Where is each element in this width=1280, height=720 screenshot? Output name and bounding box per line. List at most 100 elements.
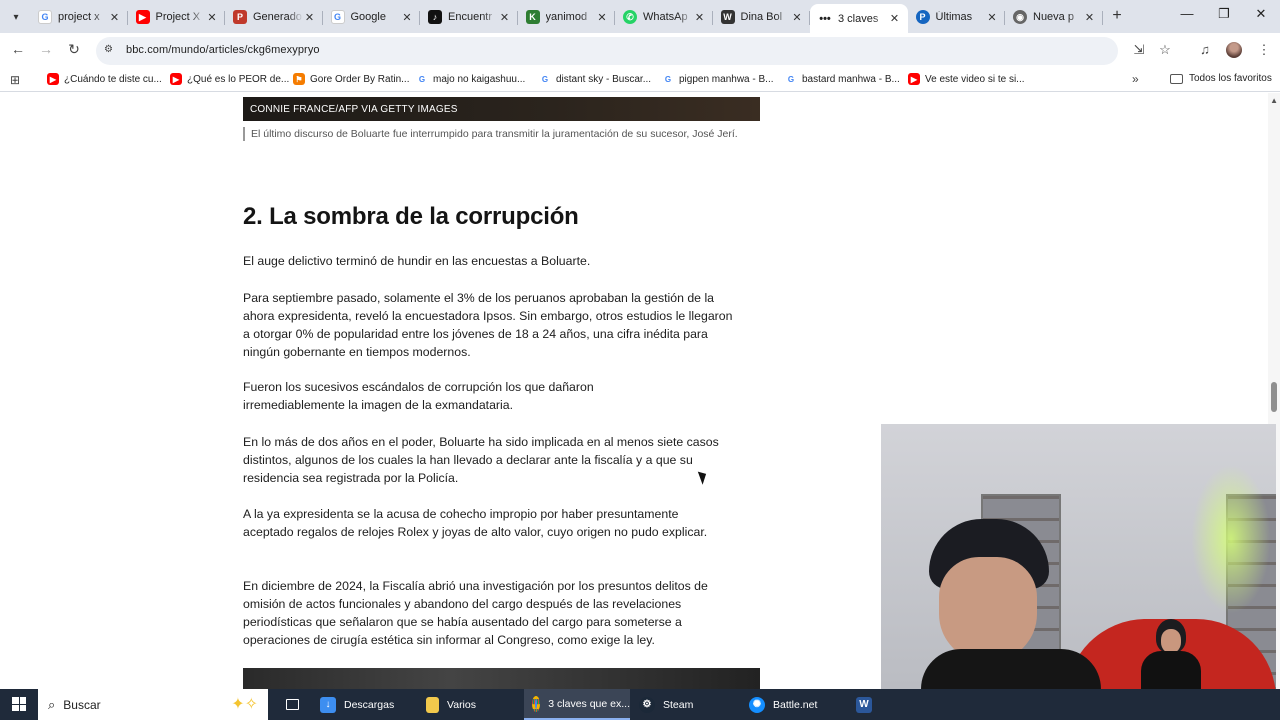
- tab[interactable]: ◉ Nueva p ✕: [1005, 4, 1103, 30]
- folder-label: Todos los favoritos: [1189, 73, 1272, 84]
- bookmark-item[interactable]: ▶ Ve este video si te si...: [908, 73, 1025, 85]
- url-text[interactable]: bbc.com/mundo/articles/ckg6mexypryo: [126, 44, 320, 56]
- tab-title: WhatsAp: [643, 11, 688, 23]
- youtube-icon: ▶: [908, 73, 920, 85]
- wikipedia-icon: W: [720, 10, 735, 24]
- bookmark-item[interactable]: Gpigpen manhwa - B...: [662, 73, 774, 85]
- close-icon[interactable]: ✕: [303, 11, 317, 24]
- google-icon: G: [330, 10, 345, 24]
- close-icon[interactable]: ✕: [498, 11, 512, 24]
- tab[interactable]: ▶ Project X ✕: [128, 4, 226, 30]
- close-icon[interactable]: ✕: [985, 11, 999, 24]
- bookmark-item[interactable]: ▶ ¿Cuándo te diste cu...: [47, 73, 162, 85]
- taskbar-app-label: Descargas: [344, 698, 395, 711]
- article-paragraph: A la ya expresidenta se la acusa de cohe…: [243, 507, 708, 539]
- bookmark-item[interactable]: ▶ ¿Qué es lo PEOR de...: [170, 73, 289, 85]
- bookmark-item[interactable]: Gmajo no kaigashuu...: [416, 73, 525, 85]
- tab[interactable]: Kyanimod ✕: [518, 4, 616, 30]
- bookmark-label: Ve este video si te si...: [925, 73, 1025, 85]
- tab[interactable]: G Google ✕: [323, 4, 421, 30]
- apps-grid-icon[interactable]: ⊞: [10, 73, 20, 87]
- article-paragraph: En lo más de dos años en el poder, Bolua…: [243, 435, 719, 485]
- task-view-button[interactable]: [278, 689, 307, 720]
- bookmark-star-icon[interactable]: ☆: [1156, 42, 1174, 58]
- scroll-up-arrow-icon[interactable]: ▲: [1270, 96, 1278, 105]
- green-light: [1191, 464, 1271, 614]
- taskbar-app-varios[interactable]: Varios: [418, 689, 476, 720]
- steam-icon: ⚙: [639, 696, 655, 713]
- article-paragraph: Para septiembre pasado, solamente el 3% …: [243, 291, 733, 359]
- site-icon: P: [233, 10, 247, 24]
- minimize-button[interactable]: —: [1172, 6, 1202, 21]
- second-person-body: [1141, 651, 1201, 689]
- tab-strip: ▾ Gproject x ✕ ▶ Project X ✕ P Generado ✕ G Go…: [0, 0, 1280, 33]
- close-icon[interactable]: ✕: [888, 12, 902, 25]
- site-info-icon[interactable]: ⚙: [104, 44, 118, 58]
- close-icon[interactable]: ✕: [400, 11, 414, 24]
- tab[interactable]: Gproject x ✕: [30, 4, 128, 30]
- media-controls-icon[interactable]: ♫: [1196, 42, 1214, 57]
- task-view-icon: [286, 699, 299, 710]
- tab[interactable]: P Últimas ✕: [908, 4, 1006, 30]
- youtube-icon: ▶: [47, 73, 59, 85]
- second-person: [1136, 619, 1206, 689]
- bookmark-item[interactable]: Gdistant sky - Buscar...: [539, 73, 651, 85]
- streamer-face: [939, 557, 1037, 662]
- image-caption: El último discurso de Boluarte fue inter…: [243, 127, 760, 141]
- tab-title: project x: [58, 11, 100, 23]
- forward-button[interactable]: →: [36, 41, 56, 57]
- close-icon[interactable]: ✕: [1083, 11, 1097, 24]
- scroll-thumb[interactable]: [1271, 382, 1277, 412]
- bookmark-label: ¿Qué es lo PEOR de...: [187, 73, 290, 85]
- profile-avatar[interactable]: [1226, 42, 1242, 58]
- new-tab-button[interactable]: +: [1108, 7, 1126, 25]
- close-icon[interactable]: ✕: [790, 11, 804, 24]
- tab[interactable]: P Generado ✕: [225, 4, 323, 30]
- tab-title: Últimas: [935, 11, 973, 23]
- whatsapp-icon: ✆: [623, 10, 637, 24]
- bbc-icon: •••: [819, 12, 831, 25]
- taskbar-app-steam[interactable]: ⚙ Steam: [631, 689, 693, 720]
- reload-button[interactable]: ↻: [64, 41, 84, 58]
- close-icon[interactable]: ✕: [595, 11, 609, 24]
- tab-title: yanimod: [545, 11, 588, 23]
- tab-title: 3 claves: [838, 12, 879, 25]
- taskbar-app-battlenet[interactable]: ✺ Battle.net: [741, 689, 817, 720]
- bookmarks-overflow-icon[interactable]: »: [1132, 72, 1139, 86]
- tab-search-button[interactable]: ▾: [6, 7, 26, 27]
- tab[interactable]: ♪ Encuentr ✕: [420, 4, 518, 30]
- tab-title: Generado: [253, 11, 302, 23]
- taskbar-search[interactable]: ⌕ Buscar ✦✧: [38, 689, 268, 720]
- taskbar-app-chrome[interactable]: 3 claves que ex...: [524, 689, 630, 720]
- bookmark-label: bastard manhwa - B...: [802, 73, 900, 85]
- menu-kebab-icon[interactable]: ⋮: [1255, 42, 1273, 58]
- kick-icon: K: [525, 10, 540, 24]
- bookmark-item[interactable]: ⚑ Gore Order By Ratin...: [293, 73, 409, 85]
- tab-title: Google: [350, 11, 386, 23]
- bookmark-label: pigpen manhwa - B...: [679, 73, 774, 85]
- windows-start-icon[interactable]: [12, 697, 26, 711]
- close-icon[interactable]: ✕: [108, 11, 122, 24]
- back-button[interactable]: ←: [8, 41, 28, 57]
- taskbar-app-descargas[interactable]: ↓ Descargas: [312, 689, 394, 720]
- address-bar[interactable]: ⚙ bbc.com/mundo/articles/ckg6mexypryo: [96, 37, 1118, 65]
- folder-icon: [426, 696, 439, 713]
- site-icon: ⚑: [293, 73, 305, 85]
- close-icon[interactable]: ✕: [205, 11, 219, 24]
- streamer-body: [921, 649, 1101, 689]
- tab[interactable]: W Dina Bol ✕: [713, 4, 811, 30]
- tab-active[interactable]: ••• 3 claves ✕: [810, 4, 908, 33]
- tab-title: Encuentr: [448, 11, 493, 23]
- close-icon[interactable]: ✕: [693, 11, 707, 24]
- close-window-button[interactable]: ✕: [1246, 6, 1276, 22]
- install-app-icon[interactable]: ⇲: [1130, 42, 1148, 58]
- bookmark-item[interactable]: Gbastard manhwa - B...: [785, 73, 900, 85]
- youtube-icon: ▶: [170, 73, 182, 85]
- all-bookmarks-folder[interactable]: Todos los favoritos: [1170, 73, 1272, 84]
- bookmark-label: majo no kaigashuu...: [433, 73, 526, 85]
- restore-button[interactable]: ❐: [1209, 6, 1239, 22]
- search-label: Buscar: [63, 697, 101, 712]
- tab[interactable]: ✆ WhatsAp ✕: [615, 4, 713, 30]
- windows-taskbar: ⌕ Buscar ✦✧ ↓ Descargas Varios 3 claves q…: [0, 689, 1280, 720]
- taskbar-app-word[interactable]: W: [848, 689, 880, 720]
